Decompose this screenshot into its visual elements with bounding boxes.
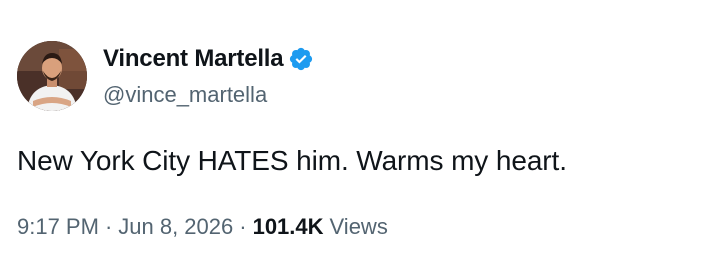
verified-badge-icon[interactable] [288, 46, 314, 72]
meta-separator: · [104, 214, 113, 239]
author-display-name[interactable]: Vincent Martella [103, 45, 284, 73]
tweet-meta: 9:17 PM · Jun 8, 2026 · 101.4K Views [17, 214, 388, 240]
tweet-time[interactable]: 9:17 PM [17, 214, 99, 240]
author-name-row: Vincent Martella [103, 44, 314, 74]
tweet-text: New York City HATES him. Warms my heart. [17, 145, 567, 176]
views-label: Views [329, 214, 388, 239]
tweet-date[interactable]: Jun 8, 2026 [118, 214, 233, 240]
meta-separator: · [239, 214, 247, 239]
profile-photo-icon [17, 41, 87, 111]
views-count[interactable]: 101.4K [253, 214, 324, 240]
avatar[interactable] [17, 41, 87, 111]
tweet-card: Vincent Martella @vince_martella New Yor… [0, 0, 702, 270]
author-handle[interactable]: @vince_martella [103, 82, 267, 108]
